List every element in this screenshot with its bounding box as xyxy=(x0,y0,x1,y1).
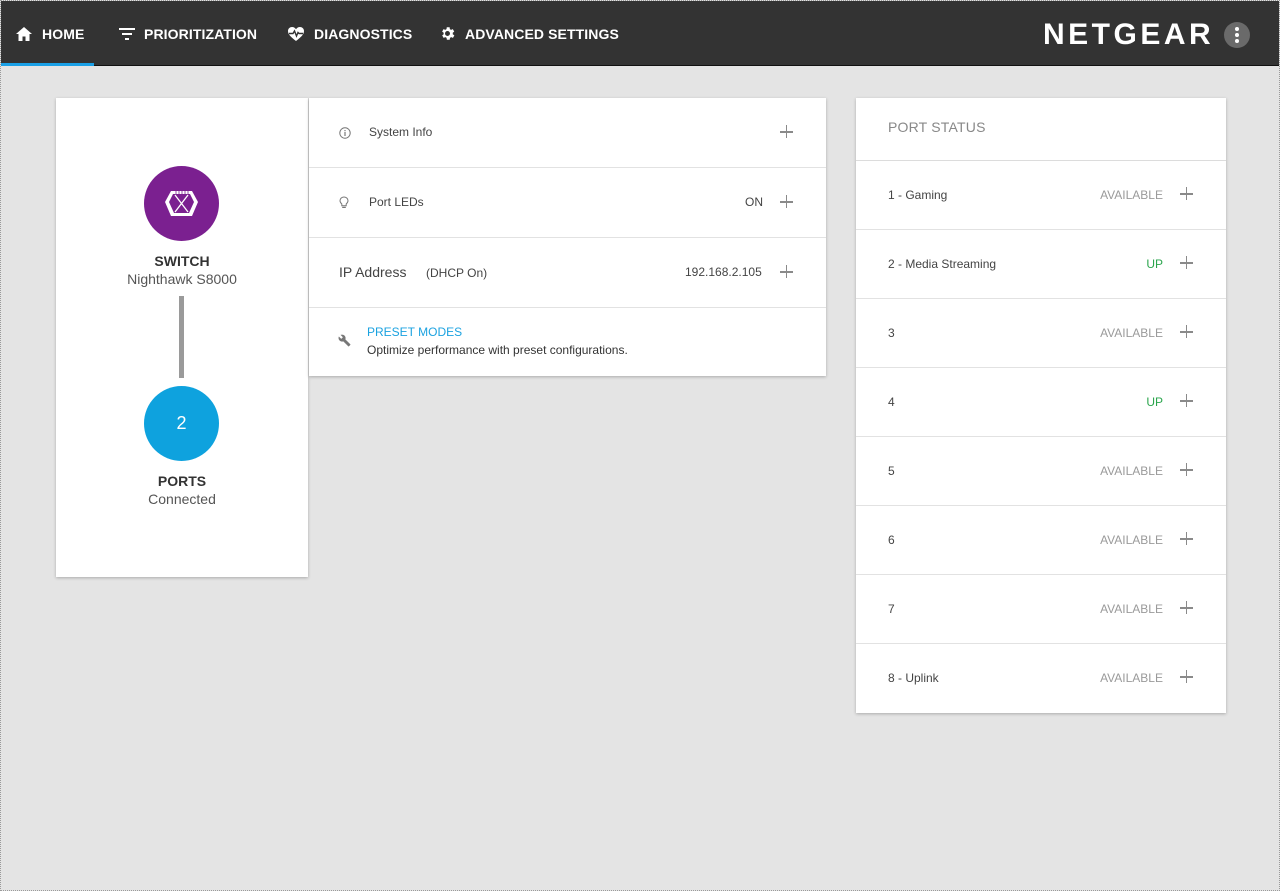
switch-icon-circle[interactable] xyxy=(144,166,219,241)
ports-count-circle[interactable]: 2 xyxy=(144,386,219,461)
port-row[interactable]: 8 - Uplink AVAILABLE xyxy=(856,644,1226,713)
nav-home-label: HOME xyxy=(42,25,85,42)
port-list: 1 - Gaming AVAILABLE 2 - Media Streaming UP… xyxy=(856,161,1226,713)
top-navigation-bar: HOME PRIORITIZATION DIAGNOSTICS ADVANCED… xyxy=(1,1,1279,66)
active-tab-indicator xyxy=(1,63,94,66)
expand-ip-address-button[interactable] xyxy=(780,265,793,278)
expand-port-button[interactable] xyxy=(1180,325,1193,338)
port-row[interactable]: 1 - Gaming AVAILABLE xyxy=(856,161,1226,230)
port-row[interactable]: 4 UP xyxy=(856,368,1226,437)
expand-system-info-button[interactable] xyxy=(780,125,793,138)
kebab-dot xyxy=(1235,33,1239,37)
nav-home[interactable]: HOME xyxy=(15,1,84,66)
gear-icon xyxy=(442,27,455,40)
ip-address-row[interactable]: IP Address (DHCP On) 192.168.2.105 xyxy=(309,238,826,308)
port-status-badge: AVAILABLE xyxy=(1100,533,1163,547)
switch-model: Nighthawk S8000 xyxy=(127,271,237,287)
app-window: HOME PRIORITIZATION DIAGNOSTICS ADVANCED… xyxy=(0,0,1280,891)
port-status-header: PORT STATUS xyxy=(888,119,986,135)
nav-diagnostics[interactable]: DIAGNOSTICS xyxy=(287,1,412,66)
more-options-button[interactable] xyxy=(1224,22,1250,48)
dhcp-mode-label: (DHCP On) xyxy=(426,266,488,280)
kebab-dot xyxy=(1235,39,1239,43)
expand-port-leds-button[interactable] xyxy=(780,195,793,208)
port-name: 7 xyxy=(888,602,895,616)
nav-prioritization-label: PRIORITIZATION xyxy=(144,25,258,42)
preset-modes-row: PRESET MODES Optimize performance with p… xyxy=(309,308,826,376)
port-status-badge: AVAILABLE xyxy=(1100,464,1163,478)
port-row[interactable]: 6 AVAILABLE xyxy=(856,506,1226,575)
nav-advanced-settings-label: ADVANCED SETTINGS xyxy=(465,25,619,42)
expand-port-button[interactable] xyxy=(1180,187,1193,200)
port-row[interactable]: 3 AVAILABLE xyxy=(856,299,1226,368)
netgear-logo: NETGEAR xyxy=(1043,18,1215,51)
port-name: 3 xyxy=(888,326,895,340)
info-icon xyxy=(339,127,351,139)
system-info-card: System Info Port LEDs ON IP Address (DHC… xyxy=(309,98,826,376)
port-status-badge: AVAILABLE xyxy=(1100,602,1163,616)
nav-prioritization[interactable]: PRIORITIZATION xyxy=(119,1,257,66)
nav-advanced-settings[interactable]: ADVANCED SETTINGS xyxy=(439,1,619,66)
ports-count: 2 xyxy=(176,413,187,433)
wrench-icon xyxy=(338,334,351,347)
expand-port-button[interactable] xyxy=(1180,394,1193,407)
nav-diagnostics-label: DIAGNOSTICS xyxy=(314,25,413,42)
port-leds-label: Port LEDs xyxy=(369,195,424,209)
ports-title: PORTS xyxy=(157,473,207,489)
port-status-badge: AVAILABLE xyxy=(1100,671,1163,685)
port-name: 2 - Media Streaming xyxy=(888,257,997,271)
port-name: 1 - Gaming xyxy=(888,188,948,202)
heart-pulse-icon xyxy=(288,26,304,41)
port-status-badge: AVAILABLE xyxy=(1100,326,1163,340)
system-info-row[interactable]: System Info xyxy=(309,98,826,168)
port-row[interactable]: 2 - Media Streaming UP xyxy=(856,230,1226,299)
port-leds-row[interactable]: Port LEDs ON xyxy=(309,168,826,238)
kebab-dot xyxy=(1235,27,1239,31)
port-name: 4 xyxy=(888,395,895,409)
port-leds-value: ON xyxy=(745,195,763,209)
ports-connected-label: Connected xyxy=(148,491,216,507)
system-info-label: System Info xyxy=(369,125,433,139)
switch-icon xyxy=(165,191,198,216)
connector-line xyxy=(179,296,184,378)
expand-port-button[interactable] xyxy=(1180,463,1193,476)
preset-modes-description: Optimize performance with preset configu… xyxy=(367,343,628,357)
device-summary-card: SWITCH Nighthawk S8000 2 PORTS Connected xyxy=(56,98,308,577)
port-row[interactable]: 5 AVAILABLE xyxy=(856,437,1226,506)
ip-address-value: 192.168.2.105 xyxy=(685,265,762,279)
preset-modes-link[interactable]: PRESET MODES xyxy=(367,325,462,339)
home-icon xyxy=(16,26,32,41)
port-status-badge: UP xyxy=(1146,395,1163,409)
port-name: 8 - Uplink xyxy=(888,671,939,685)
filter-icon xyxy=(119,27,135,40)
port-name: 5 xyxy=(888,464,895,478)
port-name: 6 xyxy=(888,533,895,547)
expand-port-button[interactable] xyxy=(1180,256,1193,269)
port-row[interactable]: 7 AVAILABLE xyxy=(856,575,1226,644)
port-status-badge: UP xyxy=(1146,257,1163,271)
ip-address-label: IP Address xyxy=(339,264,407,280)
lightbulb-icon xyxy=(339,196,349,208)
expand-port-button[interactable] xyxy=(1180,532,1193,545)
expand-port-button[interactable] xyxy=(1180,670,1193,683)
switch-title: SWITCH xyxy=(154,253,210,269)
expand-port-button[interactable] xyxy=(1180,601,1193,614)
port-status-card: PORT STATUS 1 - Gaming AVAILABLE 2 - Media… xyxy=(856,98,1226,713)
port-status-badge: AVAILABLE xyxy=(1100,188,1163,202)
